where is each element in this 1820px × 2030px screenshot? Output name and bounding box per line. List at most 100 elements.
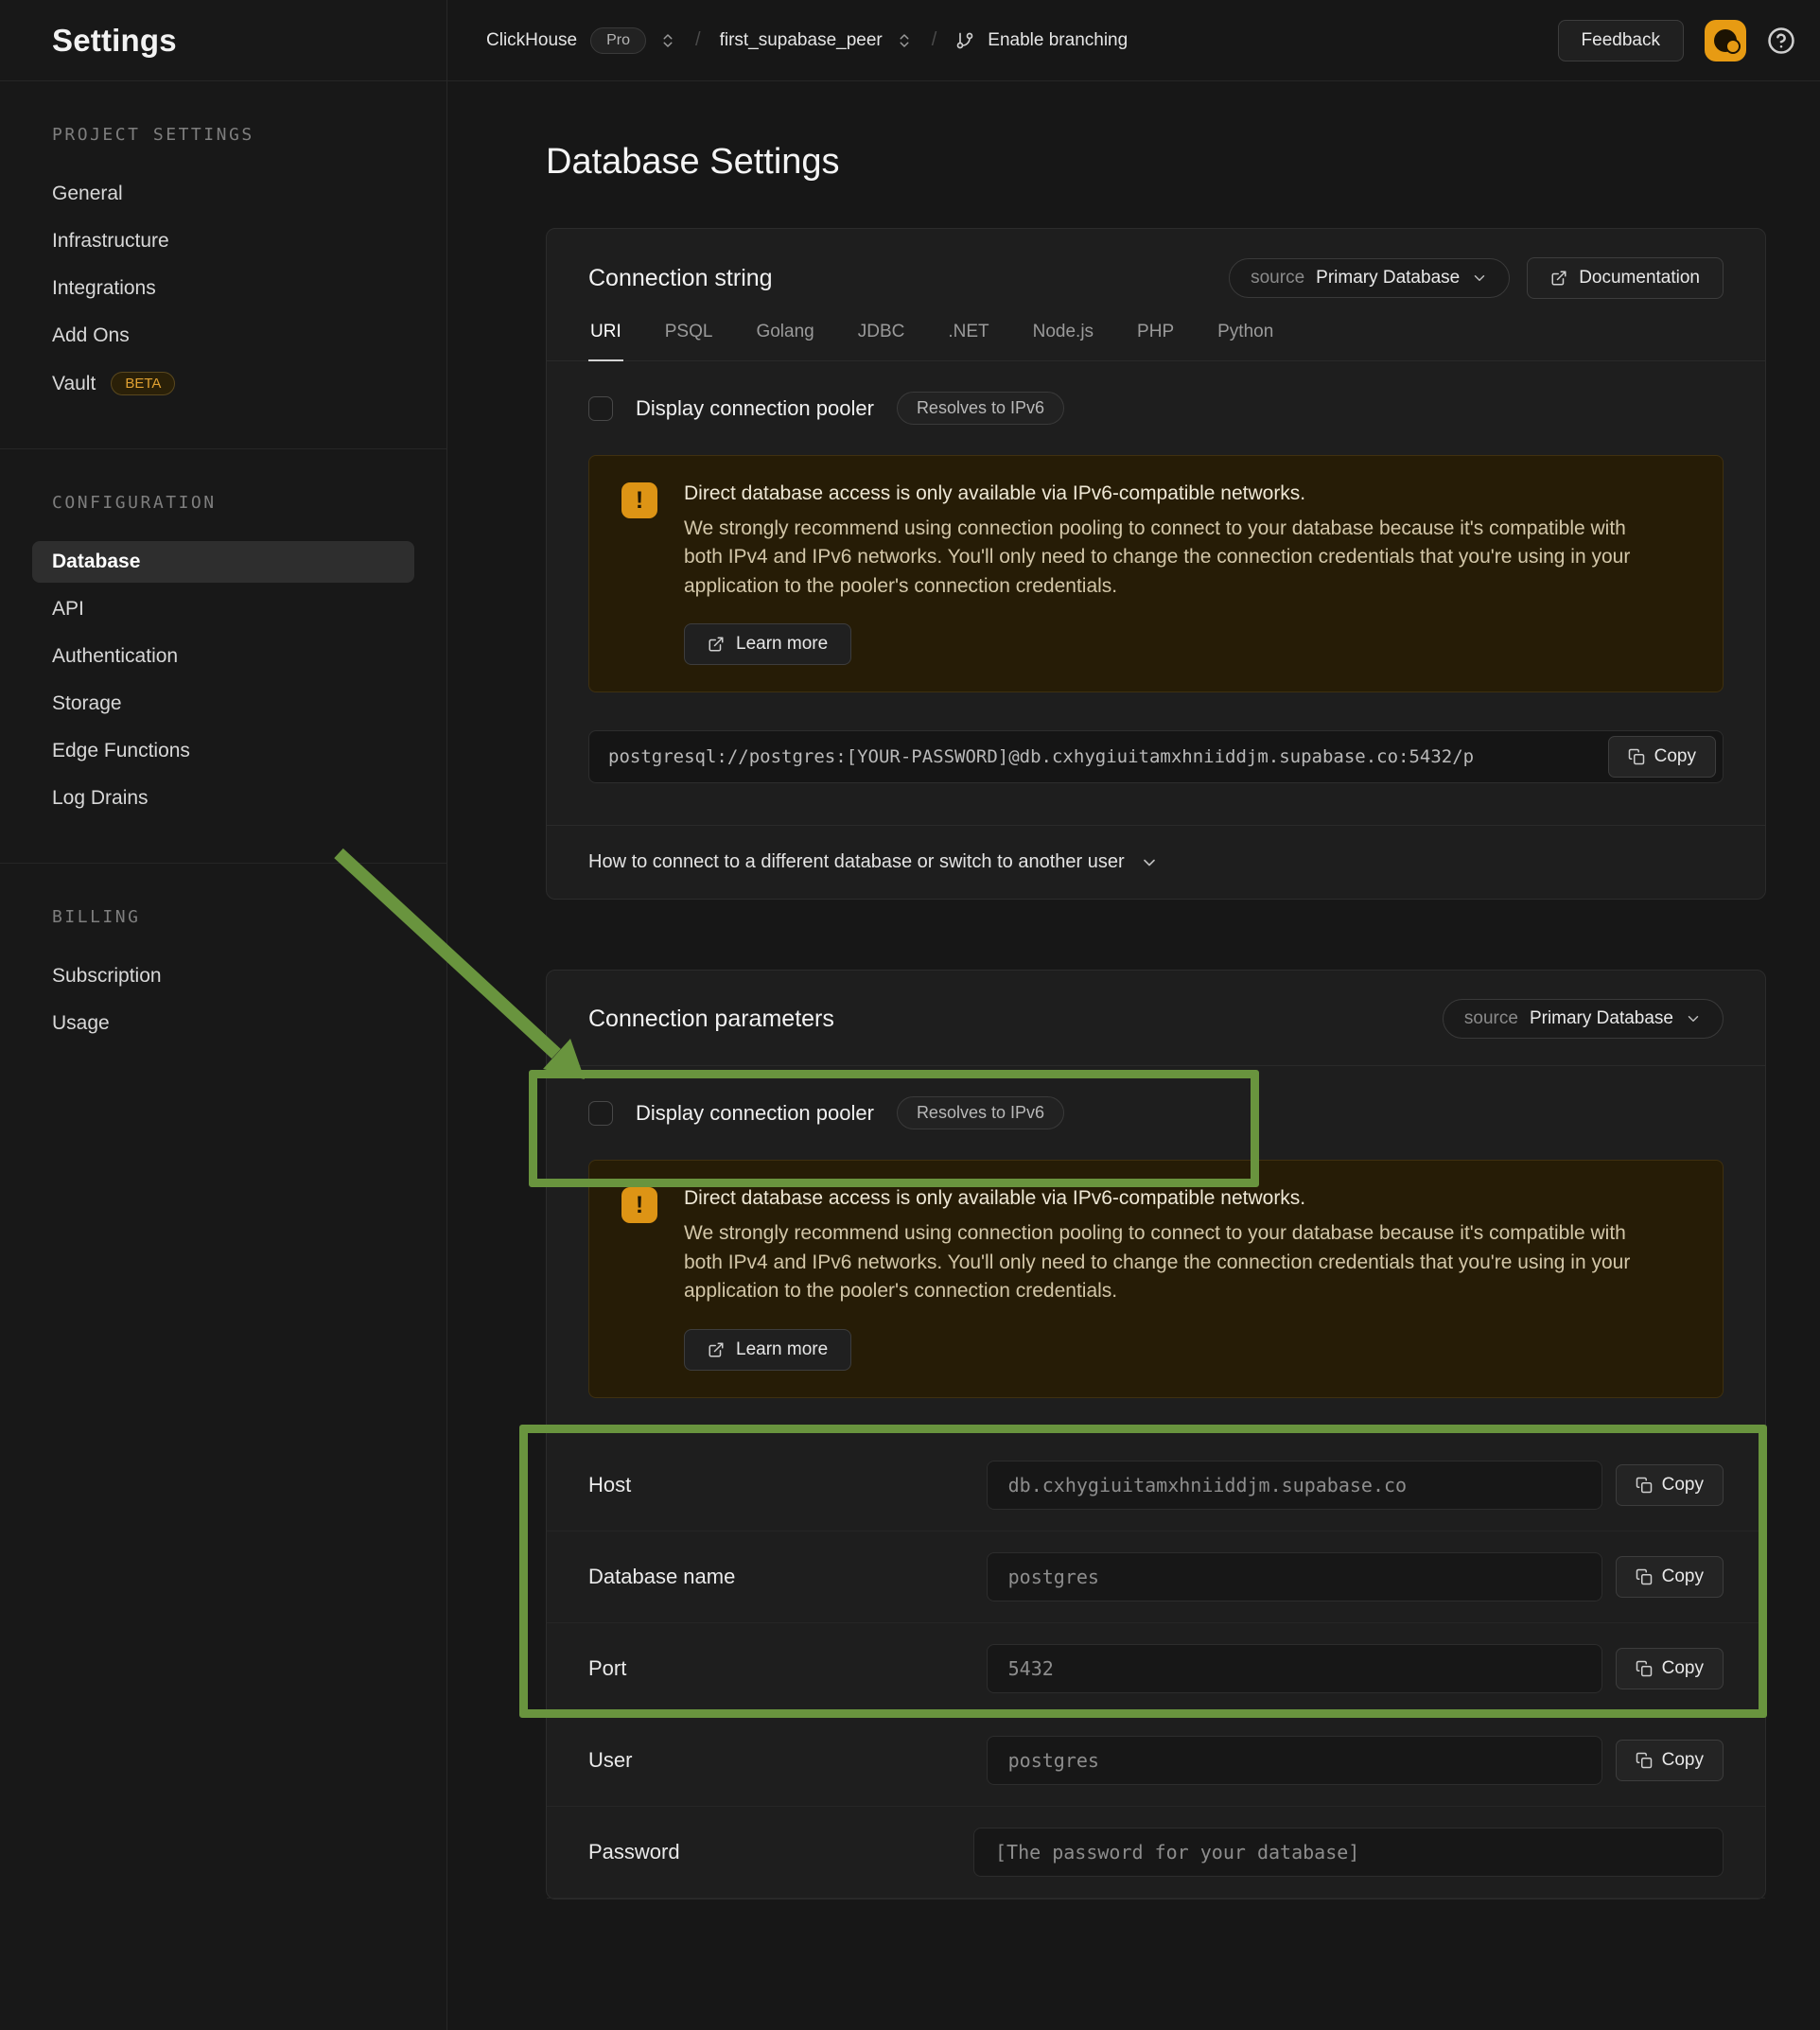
connect-help-toggle[interactable]: How to connect to a different database o… xyxy=(547,825,1765,899)
tab-jdbc[interactable]: JDBC xyxy=(856,305,907,360)
user-value[interactable]: postgres xyxy=(987,1736,1602,1785)
sidebar-item-label: Edge Functions xyxy=(52,740,190,762)
connection-string-card: Connection string source Primary Databas… xyxy=(546,228,1766,900)
display-connection-pooler-checkbox[interactable] xyxy=(588,1101,613,1126)
copy-icon xyxy=(1628,748,1645,765)
connection-uri-value[interactable]: postgresql://postgres:[YOUR-PASSWORD]@db… xyxy=(588,730,1724,783)
display-connection-pooler-checkbox[interactable] xyxy=(588,396,613,421)
sidebar-item-label: Integrations xyxy=(52,277,156,300)
page-title: Database Settings xyxy=(546,142,1820,183)
copy-icon xyxy=(1636,1752,1653,1769)
sidebar-item-add-ons[interactable]: Add Ons xyxy=(32,315,414,357)
sidebar-item-authentication[interactable]: Authentication xyxy=(32,636,414,677)
sidebar-section-billing: BILLING Subscription Usage xyxy=(0,863,446,1088)
chevrons-updown-icon xyxy=(896,32,913,49)
field-label: Database name xyxy=(588,1565,735,1589)
sidebar-item-storage[interactable]: Storage xyxy=(32,683,414,725)
topbar: ClickHouse Pro / first_supabase_peer / xyxy=(447,0,1820,81)
warning-title: Direct database access is only available… xyxy=(684,482,1668,505)
sidebar-item-general[interactable]: General xyxy=(32,173,414,215)
card-title: Connection parameters xyxy=(588,1006,834,1033)
sidebar-item-integrations[interactable]: Integrations xyxy=(32,268,414,309)
topbar-actions: Feedback xyxy=(1558,20,1795,61)
sidebar-item-database[interactable]: Database xyxy=(32,541,414,583)
sidebar-item-label: Subscription xyxy=(52,965,162,988)
alert-icon: ! xyxy=(621,482,657,518)
field-label: Port xyxy=(588,1656,626,1681)
source-select[interactable]: source Primary Database xyxy=(1443,999,1724,1039)
org-selector[interactable]: ClickHouse Pro xyxy=(486,27,676,54)
alert-icon: ! xyxy=(621,1187,657,1223)
chevron-down-icon xyxy=(1685,1010,1702,1027)
documentation-label: Documentation xyxy=(1579,268,1700,289)
sidebar-item-label: Usage xyxy=(52,1012,110,1035)
external-link-icon xyxy=(708,636,725,653)
sidebar-item-label: Log Drains xyxy=(52,787,149,810)
field-value-group: postgres Copy xyxy=(987,1736,1724,1785)
tab-php[interactable]: PHP xyxy=(1135,305,1176,360)
copy-label: Copy xyxy=(1662,1750,1704,1771)
external-link-icon xyxy=(1550,270,1567,287)
tab-golang[interactable]: Golang xyxy=(754,305,815,360)
enable-branching-button[interactable]: Enable branching xyxy=(955,30,1128,51)
sidebar-item-log-drains[interactable]: Log Drains xyxy=(32,778,414,819)
sidebar-title: Settings xyxy=(52,23,177,59)
copy-icon xyxy=(1636,1660,1653,1677)
documentation-button[interactable]: Documentation xyxy=(1527,257,1724,299)
account-avatar[interactable] xyxy=(1705,20,1746,61)
copy-user-button[interactable]: Copy xyxy=(1616,1740,1724,1781)
chevron-down-icon xyxy=(1140,853,1159,872)
learn-more-button[interactable]: Learn more xyxy=(684,623,851,665)
copy-overlay: Copy xyxy=(1608,736,1716,778)
content-area: Database Settings Connection string sour… xyxy=(447,81,1820,1899)
org-name: ClickHouse xyxy=(486,30,577,51)
sidebar-item-label: Authentication xyxy=(52,645,178,668)
source-select[interactable]: source Primary Database xyxy=(1229,258,1510,298)
field-label: Host xyxy=(588,1473,631,1497)
enable-branching-label: Enable branching xyxy=(988,30,1128,51)
help-icon[interactable] xyxy=(1767,26,1795,55)
project-selector[interactable]: first_supabase_peer xyxy=(720,30,913,51)
sidebar-item-usage[interactable]: Usage xyxy=(32,1003,414,1044)
field-value-group: 5432 Copy xyxy=(987,1644,1724,1693)
port-value[interactable]: 5432 xyxy=(987,1644,1602,1693)
tab-psql[interactable]: PSQL xyxy=(663,305,715,360)
field-value-group: [The password for your database] xyxy=(973,1828,1724,1877)
source-value: Primary Database xyxy=(1530,1008,1673,1029)
external-link-icon xyxy=(708,1341,725,1358)
tab-python[interactable]: Python xyxy=(1216,305,1275,360)
sidebar-item-infrastructure[interactable]: Infrastructure xyxy=(32,220,414,262)
feedback-button[interactable]: Feedback xyxy=(1558,20,1684,61)
sidebar-item-edge-functions[interactable]: Edge Functions xyxy=(32,730,414,772)
copy-database-name-button[interactable]: Copy xyxy=(1616,1556,1724,1598)
field-row-port: Port 5432 Copy xyxy=(547,1623,1765,1715)
copy-label: Copy xyxy=(1662,1658,1704,1679)
sidebar-item-subscription[interactable]: Subscription xyxy=(32,955,414,997)
copy-icon xyxy=(1636,1568,1653,1585)
ipv6-badge: Resolves to IPv6 xyxy=(897,392,1064,425)
copy-uri-button[interactable]: Copy xyxy=(1608,736,1716,778)
learn-more-button[interactable]: Learn more xyxy=(684,1329,851,1371)
tab-nodejs[interactable]: Node.js xyxy=(1031,305,1095,360)
copy-host-button[interactable]: Copy xyxy=(1616,1464,1724,1506)
warning-text: Direct database access is only available… xyxy=(684,482,1668,665)
connect-help-label: How to connect to a different database o… xyxy=(588,851,1125,873)
tab-uri[interactable]: URI xyxy=(588,305,623,361)
ipv6-badge: Resolves to IPv6 xyxy=(897,1096,1064,1129)
field-label: User xyxy=(588,1748,632,1773)
sidebar-item-label: Add Ons xyxy=(52,324,130,347)
git-branch-icon xyxy=(955,31,974,50)
host-value[interactable]: db.cxhygiuitamxhniiddjm.supabase.co xyxy=(987,1461,1602,1510)
pooler-label: Display connection pooler xyxy=(636,1101,874,1126)
sidebar-item-api[interactable]: API xyxy=(32,588,414,630)
field-value-group: db.cxhygiuitamxhniiddjm.supabase.co Copy xyxy=(987,1461,1724,1510)
sidebar-item-label: Storage xyxy=(52,692,122,715)
database-name-value[interactable]: postgres xyxy=(987,1552,1602,1601)
copy-port-button[interactable]: Copy xyxy=(1616,1648,1724,1689)
chevrons-updown-icon xyxy=(659,32,676,49)
password-value[interactable]: [The password for your database] xyxy=(973,1828,1724,1877)
tab-dotnet[interactable]: .NET xyxy=(946,305,990,360)
sidebar-item-vault[interactable]: Vault BETA xyxy=(32,362,414,405)
pooler-label: Display connection pooler xyxy=(636,396,874,421)
breadcrumb-separator: / xyxy=(695,29,701,51)
